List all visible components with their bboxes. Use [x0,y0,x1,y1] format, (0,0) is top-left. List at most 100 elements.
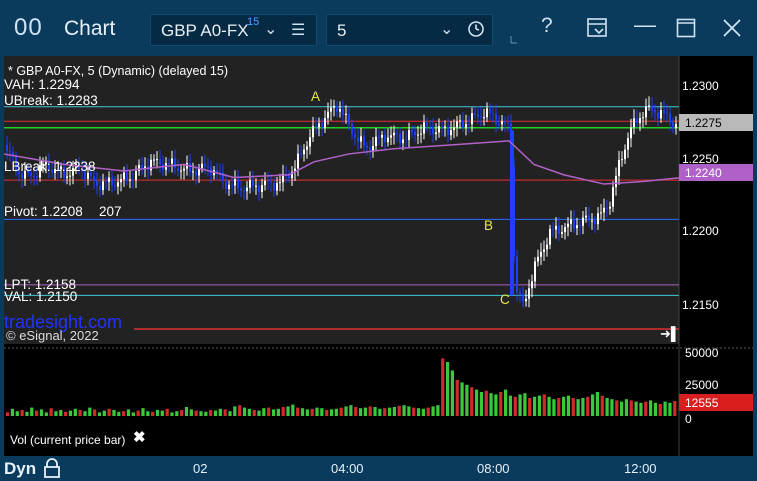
candle-body [309,137,311,147]
candle-body [636,118,638,124]
candle-body [144,166,146,169]
maximize-icon[interactable] [676,18,696,38]
candle-body [189,163,191,173]
volume-bar [247,408,251,416]
candle-body [375,136,377,146]
candle-body [267,180,269,182]
volume-bar [257,410,261,416]
candle-body [180,170,182,172]
candle-body [318,123,320,128]
volume-bar [624,399,629,416]
symbol-selector[interactable]: GBP A0-FX 15 ⌄ ☰ [150,14,317,46]
candle-body [603,207,605,213]
candle-body [378,136,380,138]
candle-body [201,163,203,169]
volume-bar [194,410,198,416]
volume-bar [209,410,213,416]
candle-body [411,130,413,133]
candle-body-drop [510,130,514,296]
candle-body [114,185,116,187]
candle-body [243,190,245,192]
time-tick: 02 [193,461,208,476]
volume-bar [663,401,667,416]
volume-bar [450,370,455,416]
resize-grip-icon[interactable] [508,34,518,44]
list-icon[interactable]: ☰ [291,20,305,40]
interval-selector[interactable]: 5 ⌄ [326,14,493,46]
vah-label: VAH: 1.2294 [4,77,80,92]
volume-bar [54,411,58,416]
scroll-to-end-icon[interactable]: ➜▌ [660,326,680,342]
candle-body [342,109,344,115]
candle-body [519,292,521,294]
chevron-down-icon[interactable]: ⌄ [264,19,277,39]
chevron-down-icon[interactable]: ⌄ [440,19,453,39]
candle-body [621,159,623,161]
volume-bar [271,409,276,416]
candle-body [252,180,254,187]
volume-bar [653,402,658,416]
lock-icon[interactable] [43,458,61,478]
volume-study-label[interactable]: Vol (current price bar) [4,424,151,452]
candle-body [381,134,383,138]
candle-body [108,177,110,182]
copyright-label: © eSignal, 2022 [6,328,99,343]
volume-bar [610,399,614,416]
help-icon[interactable]: ? [541,14,553,38]
candle-body [288,175,290,179]
volume-bar [470,387,474,416]
price-chart[interactable] [4,56,753,456]
dynamic-mode-label[interactable]: Dyn [4,459,36,479]
volume-bar [151,411,155,416]
ubreak-label: UBreak: 1.2283 [4,93,98,108]
volume-bar [93,409,97,416]
candle-body [675,123,677,129]
candle-body [570,219,572,224]
candle-body [543,249,545,252]
candle-body [276,183,278,191]
candle-body [408,130,410,141]
candle-body [600,212,602,214]
chart-app-icon: 00 [14,14,43,41]
candle-body [141,164,143,169]
volume-bar [73,408,77,416]
candle-body [345,113,347,115]
candle-body [300,153,302,155]
candle-body [522,293,524,302]
close-icon[interactable] [722,18,742,38]
volume-bar [44,412,48,416]
candle-body [240,187,242,191]
candle-body [21,173,23,179]
val-label: VAL: 1.2150 [4,289,78,304]
candle-body [447,126,449,136]
volume-bar [648,400,653,416]
clock-icon[interactable] [467,20,485,38]
volume-bar [170,412,174,416]
candle-body [159,159,161,165]
volume-bar [557,398,561,416]
candle-body [351,124,353,135]
volume-bar [262,408,266,416]
candle-body [246,187,248,192]
candle-body [537,256,539,262]
volume-bar [426,407,430,416]
candle-body [420,133,422,135]
chart-area[interactable]: * GBP A0-FX, 5 (Dynamic) (delayed 15) VA… [4,56,753,456]
candle-body [432,126,434,135]
close-icon[interactable]: ✖ [133,428,146,446]
candle-body [582,217,584,226]
volume-bar [25,411,29,416]
window-menu-icon[interactable] [586,17,608,39]
candle-body [417,134,419,136]
volume-bar [267,407,271,416]
minimize-icon[interactable]: — [634,12,656,38]
candle-body [102,181,104,191]
candle-body [105,181,107,183]
volume-bar [523,393,527,416]
candle-body [297,153,299,169]
volume-bar [276,408,280,416]
volume-bar [605,398,609,416]
candle-body [120,179,122,183]
candle-body [642,117,644,119]
candle-body [303,149,305,155]
